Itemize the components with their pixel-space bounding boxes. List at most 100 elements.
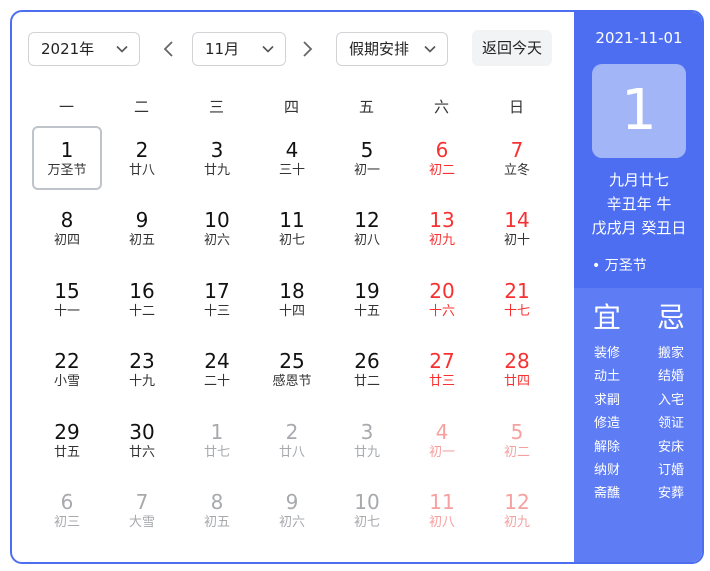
selected-day-number: 1 <box>592 64 686 158</box>
day-cell[interactable]: 19 十五 <box>332 267 402 331</box>
ji-item: 领证 <box>657 416 684 432</box>
day-cell[interactable]: 6 初三 <box>32 478 102 542</box>
day-cell[interactable]: 13 初九 <box>407 196 477 260</box>
day-cell[interactable]: 12 初九 <box>482 478 552 542</box>
holiday-select[interactable]: 假期安排 <box>336 32 448 66</box>
day-cell[interactable]: 8 初五 <box>182 478 252 542</box>
day-cell[interactable]: 11 初八 <box>407 478 477 542</box>
day-lunar-label: 感恩节 <box>272 374 312 390</box>
next-month-icon[interactable] <box>300 39 314 59</box>
day-number: 22 <box>54 349 80 374</box>
day-lunar-label: 廿六 <box>128 444 155 460</box>
day-lunar-label: 初八 <box>353 233 380 249</box>
day-cell[interactable]: 5 初一 <box>332 126 402 190</box>
lunar-month-day: 戊戌月 癸丑日 <box>591 219 687 237</box>
day-cell[interactable]: 23 十九 <box>107 337 177 401</box>
month-select[interactable]: 11月 <box>192 32 286 66</box>
day-cell[interactable]: 6 初二 <box>407 126 477 190</box>
day-lunar-label: 廿四 <box>503 374 530 390</box>
day-lunar-label: 初五 <box>128 233 155 249</box>
day-cell[interactable]: 4 初一 <box>407 408 477 472</box>
day-cell[interactable]: 18 十四 <box>257 267 327 331</box>
day-lunar-label: 初五 <box>203 515 230 530</box>
day-lunar-label: 十六 <box>428 303 455 319</box>
day-number: 9 <box>135 208 149 233</box>
ji-item: 结婚 <box>657 369 684 385</box>
day-number: 30 <box>129 419 155 444</box>
day-cell[interactable]: 2 廿八 <box>107 126 177 190</box>
day-cell[interactable]: 20 十六 <box>407 267 477 331</box>
day-cell[interactable]: 5 初二 <box>482 408 552 472</box>
day-number: 24 <box>204 349 230 374</box>
day-lunar-label: 初四 <box>53 233 80 249</box>
year-select[interactable]: 2021年 <box>28 32 140 66</box>
day-cell[interactable]: 10 初六 <box>182 196 252 260</box>
weekday-label: 四 <box>283 98 299 116</box>
day-number: 7 <box>510 138 524 162</box>
day-cell[interactable]: 3 廿九 <box>182 126 252 190</box>
day-lunar-label: 初十 <box>503 233 530 249</box>
day-lunar-label: 初六 <box>203 233 230 249</box>
yi-item: 动土 <box>593 369 620 385</box>
day-number: 6 <box>60 490 74 514</box>
day-cell[interactable]: 9 初五 <box>107 196 177 260</box>
weekday-label: 一 <box>58 98 74 116</box>
day-cell[interactable]: 30 廿六 <box>107 408 177 472</box>
day-cell[interactable]: 12 初八 <box>332 196 402 260</box>
day-number: 6 <box>435 138 449 162</box>
day-cell[interactable]: 14 初十 <box>482 196 552 260</box>
day-cell[interactable]: 25 感恩节 <box>257 337 327 401</box>
day-number: 1 <box>210 419 224 444</box>
day-number: 29 <box>54 419 80 444</box>
day-cell[interactable]: 9 初六 <box>257 478 327 542</box>
day-lunar-label: 初一 <box>428 444 455 460</box>
day-number: 4 <box>285 138 299 162</box>
day-cell[interactable]: 7 大雪 <box>107 478 177 542</box>
day-lunar-label: 十二 <box>128 303 155 319</box>
day-cell[interactable]: 29 廿五 <box>32 408 102 472</box>
prev-month-icon[interactable] <box>162 39 176 59</box>
day-lunar-label: 初九 <box>428 233 455 249</box>
ji-heading: 忌 <box>656 301 685 334</box>
ji-item: 安床 <box>657 439 684 455</box>
day-cell[interactable]: 28 廿四 <box>482 337 552 401</box>
ji-item: 安葬 <box>657 486 684 502</box>
day-cell[interactable]: 3 廿九 <box>332 408 402 472</box>
day-lunar-label: 十五 <box>353 303 380 319</box>
day-cell[interactable]: 4 三十 <box>257 126 327 190</box>
day-cell[interactable]: 15 十一 <box>32 267 102 331</box>
day-cell[interactable]: 8 初四 <box>32 196 102 260</box>
day-number: 20 <box>429 278 455 303</box>
day-cell[interactable]: 21 十七 <box>482 267 552 331</box>
day-number: 10 <box>354 490 380 514</box>
chevron-down-icon <box>424 45 436 53</box>
day-cell[interactable]: 1 廿七 <box>182 408 252 472</box>
day-cell[interactable]: 24 二十 <box>182 337 252 401</box>
day-lunar-label: 初七 <box>353 515 380 530</box>
day-lunar-label: 初二 <box>503 444 530 460</box>
weekday-label: 六 <box>433 98 449 116</box>
year-select-value: 2021年 <box>41 40 95 58</box>
day-number: 11 <box>279 208 305 233</box>
day-cell[interactable]: 27 廿三 <box>407 337 477 401</box>
day-cell[interactable]: 2 廿八 <box>257 408 327 472</box>
day-lunar-label: 廿九 <box>353 444 380 460</box>
day-number: 19 <box>354 278 380 303</box>
back-to-today-button[interactable]: 返回今天 <box>472 30 552 66</box>
chevron-down-icon <box>116 45 128 53</box>
day-cell[interactable]: 7 立冬 <box>482 126 552 190</box>
day-cell[interactable]: 26 廿二 <box>332 337 402 401</box>
day-number: 3 <box>360 419 374 444</box>
day-number: 5 <box>360 138 374 162</box>
day-cell[interactable]: 11 初七 <box>257 196 327 260</box>
yi-item: 求嗣 <box>593 392 620 408</box>
day-lunar-label: 三十 <box>278 163 305 178</box>
day-lunar-label: 万圣节 <box>47 163 87 178</box>
day-cell[interactable]: 22 小雪 <box>32 337 102 401</box>
day-lunar-label: 初一 <box>353 163 380 178</box>
day-cell[interactable]: 17 十三 <box>182 267 252 331</box>
day-cell[interactable]: 16 十二 <box>107 267 177 331</box>
day-cell[interactable]: 1 万圣节 <box>32 126 102 190</box>
day-cell[interactable]: 10 初七 <box>332 478 402 542</box>
day-lunar-label: 廿七 <box>203 444 230 460</box>
